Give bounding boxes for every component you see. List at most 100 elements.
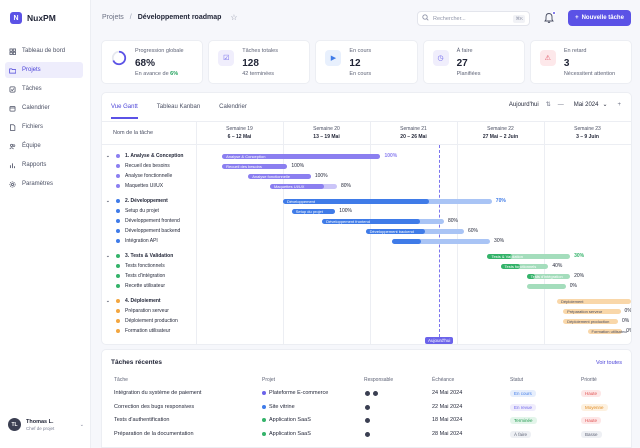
gantt-bar[interactable]: Développement backend: [365, 229, 464, 234]
gantt-task-row[interactable]: Setup du projet Setup du projet 100%: [102, 207, 631, 217]
task-label: Maquettes UI/UX: [116, 183, 163, 189]
new-task-button[interactable]: + Nouvelle tâche: [568, 10, 631, 26]
search-input[interactable]: [433, 15, 503, 22]
search-box[interactable]: ⌘K: [417, 11, 530, 26]
gantt-bar[interactable]: Maquettes UI/UX: [269, 184, 337, 189]
priority-badge: Basse: [581, 430, 602, 438]
gantt-bar[interactable]: Analyse fonctionnelle: [248, 174, 311, 179]
sidebar-item-label: Équipe: [22, 143, 41, 149]
star-icon[interactable]: ☆: [230, 13, 237, 22]
gantt-bar[interactable]: Analyse & Conception: [222, 154, 381, 159]
gantt-group-row[interactable]: ⌄ 3. Tests & Validation Tests & Validation…: [102, 252, 631, 262]
task-label: Intégration API: [116, 238, 158, 244]
sidebar: N NuxPM Tableau de bord Projets Tâches Cale…: [0, 0, 91, 448]
tab-calendrier[interactable]: Calendrier: [219, 104, 247, 119]
gantt-percent: 30%: [494, 238, 505, 244]
tab-tableau-kanban[interactable]: Tableau Kanban: [157, 104, 200, 119]
gantt-bar[interactable]: Setup du projet: [291, 209, 336, 214]
table-row[interactable]: Correction des bugs responsives Site vitr…: [102, 401, 633, 414]
gantt-bar[interactable]: Développement: [283, 199, 492, 204]
sidebar-item-grid[interactable]: Tableau de bord: [5, 43, 83, 59]
gantt-bar[interactable]: Déploiement production: [563, 319, 618, 324]
notification-bell-icon[interactable]: [543, 11, 556, 24]
gantt-bar[interactable]: Développement frontend: [322, 219, 444, 224]
task-name: Tests fonctionnels: [125, 263, 165, 269]
sidebar-item-gear[interactable]: Paramètres: [5, 176, 83, 192]
gantt-group-row[interactable]: ⌄ 1. Analyse & Conception Analyse & Concep…: [102, 152, 631, 162]
sidebar-item-calendar[interactable]: Calendrier: [5, 100, 83, 116]
group-color-dot: [116, 299, 120, 303]
gantt-task-row[interactable]: Développement frontend Développement fron…: [102, 217, 631, 227]
gantt-task-row[interactable]: Recette utilisateur 0%: [102, 282, 631, 292]
task-cell[interactable]: Correction des bugs responsives: [114, 404, 194, 410]
chevron-down-icon[interactable]: ⌄: [106, 153, 111, 159]
filter-icon[interactable]: ⇅: [546, 101, 551, 108]
chevron-down-icon[interactable]: ⌄: [80, 422, 84, 428]
gantt-bar[interactable]: Préparation serveur: [563, 309, 621, 314]
chevron-down-icon[interactable]: ⌄: [106, 198, 111, 204]
task-color-dot: [116, 274, 120, 278]
chevron-down-icon[interactable]: ⌄: [106, 298, 111, 304]
table-row[interactable]: Intégration du système de paiement Platef…: [102, 387, 633, 400]
page-title: Développement roadmap: [137, 14, 222, 21]
brand[interactable]: N NuxPM: [10, 12, 56, 24]
tab-vue-gantt[interactable]: Vue Gantt: [111, 104, 138, 119]
zoom-in-icon[interactable]: +: [617, 102, 621, 108]
gantt-task-row[interactable]: Développement backend Développement backe…: [102, 227, 631, 237]
gantt-task-row[interactable]: Préparation serveur Préparation serveur 0%: [102, 307, 631, 317]
gantt-bar[interactable]: [526, 284, 566, 289]
sidebar-item-chart[interactable]: Rapports: [5, 157, 83, 173]
gantt-group-row[interactable]: ⌄ 2. Développement Développement 70%: [102, 197, 631, 207]
task-label: Recueil des besoins: [116, 163, 170, 169]
gantt-group-row[interactable]: ⌄4. DéploiementDéploiement0%: [102, 297, 631, 307]
gantt-bar[interactable]: Tests fonctionnels: [500, 263, 549, 269]
gantt-task-row[interactable]: Déploiement production Déploiement produc…: [102, 317, 631, 327]
gantt-bar[interactable]: Formation utilisateur: [587, 329, 628, 334]
stat-label: À faire: [456, 48, 473, 54]
month-select[interactable]: Mai 2024 ⌄: [571, 101, 611, 109]
sidebar-item-file[interactable]: Fichiers: [5, 119, 83, 135]
stat-sub-text: 42 terminées: [242, 71, 274, 77]
today-button[interactable]: Aujourd'hui: [509, 102, 539, 108]
app-logo: N: [10, 12, 22, 24]
gantt-percent: 0%: [621, 318, 630, 324]
table-row[interactable]: Tests d'authentification Application SaaS…: [102, 414, 633, 427]
recent-tasks-title: Tâches récentes: [111, 359, 162, 366]
gantt-bar[interactable]: Tests & Validation: [487, 254, 571, 259]
gantt-bar[interactable]: Tests d'intégration: [526, 274, 571, 279]
gantt-task-row[interactable]: Recueil des besoins Recueil des besoins 10…: [102, 162, 631, 172]
table-row[interactable]: Préparation de la documentation Applicati…: [102, 428, 633, 441]
group-label: ⌄ 4. Déploiement: [106, 298, 161, 304]
project-name: Plateforme E-commerce: [269, 390, 329, 396]
sidebar-item-checkbox[interactable]: Tâches: [5, 81, 83, 97]
gantt-task-row[interactable]: Analyse fonctionnelle Analyse fonctionnel…: [102, 172, 631, 182]
sidebar-item-folder[interactable]: Projets: [5, 62, 83, 78]
gantt-bar[interactable]: [391, 239, 491, 244]
view-all-link[interactable]: Voir toutes: [596, 360, 622, 366]
gantt-task-row[interactable]: Tests fonctionnels Tests fonctionnels 40%: [102, 262, 631, 272]
gantt-task-row[interactable]: Formation utilisateur Formation utilisate…: [102, 327, 631, 337]
project-cell: Plateforme E-commerce: [262, 390, 328, 396]
gantt-bar[interactable]: Recueil des besoins: [222, 164, 288, 169]
gantt-bar-label: Déploiement: [561, 298, 584, 304]
user-profile[interactable]: TL Thomas L. Chef de projet ⌄: [8, 418, 84, 431]
gantt-bar[interactable]: Déploiement: [557, 299, 631, 304]
stat-card: Progression globale 68% En avance de 6%: [101, 40, 204, 84]
gantt-bar-label: Tests fonctionnels: [504, 263, 537, 269]
recent-tasks-panel: Tâches récentes Voir toutes Tâche Projet R…: [101, 349, 632, 448]
chevron-down-icon[interactable]: ⌄: [106, 253, 111, 259]
table-header: Échéance: [432, 377, 455, 383]
gantt-task-row[interactable]: Intégration API 30%: [102, 237, 631, 247]
week-header: Semaine 21 20 – 26 Mai: [370, 126, 457, 141]
gantt-task-row[interactable]: Tests d'intégration Tests d'intégration 20…: [102, 272, 631, 282]
stat-value: 12: [349, 58, 361, 69]
breadcrumb-separator: /: [129, 14, 132, 21]
gantt-task-row[interactable]: Maquettes UI/UX Maquettes UI/UX 80%: [102, 182, 631, 192]
breadcrumb-projects[interactable]: Projets: [102, 14, 124, 21]
gantt-percent: 60%: [467, 228, 478, 234]
sidebar-item-users[interactable]: Équipe: [5, 138, 83, 154]
task-cell[interactable]: Préparation de la documentation: [114, 431, 194, 437]
task-cell[interactable]: Intégration du système de paiement: [114, 390, 201, 396]
task-cell[interactable]: Tests d'authentification: [114, 417, 169, 423]
zoom-out-icon[interactable]: —: [558, 102, 564, 108]
